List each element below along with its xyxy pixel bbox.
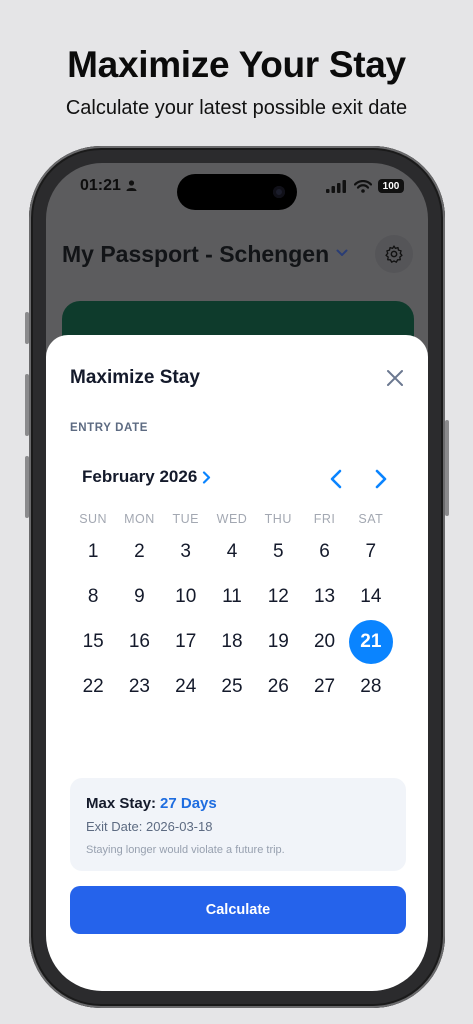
calendar-day[interactable]: 5 bbox=[255, 529, 301, 574]
weekday-label: WED bbox=[216, 512, 248, 526]
maximize-stay-sheet: Maximize Stay ENTRY DATE February 2026 S… bbox=[46, 335, 428, 991]
calendar-day[interactable]: 8 bbox=[70, 574, 116, 619]
calendar-week: 1 2 3 4 5 6 7 bbox=[70, 529, 394, 574]
calendar-grid: 1 2 3 4 5 6 7 8 9 10 11 12 13 14 15 16 1… bbox=[70, 529, 394, 709]
previous-month-button[interactable] bbox=[326, 468, 346, 490]
calendar-day[interactable]: 12 bbox=[255, 574, 301, 619]
gear-icon bbox=[385, 245, 403, 263]
calendar-day[interactable]: 15 bbox=[70, 619, 116, 664]
calendar-day[interactable]: 22 bbox=[70, 664, 116, 709]
calendar-day[interactable]: 9 bbox=[116, 574, 162, 619]
weekday-label: TUE bbox=[172, 512, 199, 526]
promo-headline: Maximize Your Stay bbox=[67, 44, 406, 85]
status-time: 01:21 bbox=[80, 177, 121, 194]
calendar-day[interactable]: 11 bbox=[209, 574, 255, 619]
calendar-day[interactable]: 1 bbox=[70, 529, 116, 574]
calendar-day[interactable]: 24 bbox=[163, 664, 209, 709]
calendar-day[interactable]: 23 bbox=[116, 664, 162, 709]
volume-up-button bbox=[25, 374, 29, 436]
camera-icon bbox=[273, 186, 285, 198]
calendar-day[interactable]: 26 bbox=[255, 664, 301, 709]
signal-icon bbox=[326, 179, 346, 193]
action-button bbox=[25, 312, 29, 344]
weekday-label: MON bbox=[124, 512, 155, 526]
max-stay-value: 27 Days bbox=[160, 795, 217, 812]
promo-subheadline: Calculate your latest possible exit date bbox=[65, 97, 408, 119]
calendar-week: 22 23 24 25 26 27 28 bbox=[70, 664, 394, 709]
person-icon bbox=[126, 180, 137, 191]
sheet-title: Maximize Stay bbox=[70, 367, 200, 388]
calculate-button[interactable]: Calculate bbox=[70, 886, 406, 934]
close-icon[interactable] bbox=[386, 369, 404, 387]
calendar-day[interactable]: 7 bbox=[348, 529, 394, 574]
weekday-label: FRI bbox=[313, 512, 336, 526]
result-card: Max Stay: 27 Days Exit Date: 2026-03-18 S… bbox=[70, 778, 406, 871]
wifi-icon bbox=[354, 179, 372, 193]
calendar-day[interactable]: 13 bbox=[301, 574, 347, 619]
calendar-day[interactable]: 10 bbox=[163, 574, 209, 619]
weekday-label: SAT bbox=[358, 512, 384, 526]
power-button bbox=[445, 420, 449, 516]
calendar-day[interactable]: 4 bbox=[209, 529, 255, 574]
calendar-day[interactable]: 27 bbox=[301, 664, 347, 709]
calendar-day[interactable]: 19 bbox=[255, 619, 301, 664]
status-right: 100 bbox=[326, 179, 404, 193]
calendar-week: 8 9 10 11 12 13 14 bbox=[70, 574, 394, 619]
calendar-day[interactable]: 16 bbox=[116, 619, 162, 664]
calendar-day-selected[interactable]: 21 bbox=[348, 619, 394, 664]
calendar-day[interactable]: 14 bbox=[348, 574, 394, 619]
calendar-day[interactable]: 20 bbox=[301, 619, 347, 664]
calendar-day[interactable]: 25 bbox=[209, 664, 255, 709]
calendar-day[interactable]: 6 bbox=[301, 529, 347, 574]
battery-icon: 100 bbox=[378, 179, 404, 193]
weekday-label: THU bbox=[264, 512, 292, 526]
next-month-button[interactable] bbox=[371, 468, 391, 490]
passport-selector[interactable]: My Passport - Schengen bbox=[62, 241, 329, 268]
calendar-day[interactable]: 28 bbox=[348, 664, 394, 709]
dynamic-island bbox=[177, 174, 297, 210]
calendar-day[interactable]: 2 bbox=[116, 529, 162, 574]
weekday-header: SUN MON TUE WED THU FRI SAT bbox=[70, 512, 394, 526]
max-stay-label: Max Stay: bbox=[86, 795, 157, 812]
volume-down-button bbox=[25, 456, 29, 518]
chevron-down-icon[interactable] bbox=[336, 249, 348, 257]
max-stay-row: Max Stay: 27 Days bbox=[86, 795, 217, 812]
chevron-right-icon[interactable] bbox=[202, 471, 211, 484]
entry-date-label: ENTRY DATE bbox=[70, 422, 148, 434]
phone-screen: 01:21 100 My Passport - Schengen Maximiz… bbox=[46, 163, 428, 991]
calendar-day[interactable]: 17 bbox=[163, 619, 209, 664]
exit-date-text: Exit Date: 2026-03-18 bbox=[86, 819, 213, 834]
calendar-day[interactable]: 3 bbox=[163, 529, 209, 574]
warning-text: Staying longer would violate a future tr… bbox=[86, 844, 285, 856]
calendar-day[interactable]: 18 bbox=[209, 619, 255, 664]
calendar-week: 15 16 17 18 19 20 21 bbox=[70, 619, 394, 664]
month-picker[interactable]: February 2026 bbox=[82, 467, 197, 487]
weekday-label: SUN bbox=[79, 512, 108, 526]
settings-button[interactable] bbox=[375, 235, 413, 273]
